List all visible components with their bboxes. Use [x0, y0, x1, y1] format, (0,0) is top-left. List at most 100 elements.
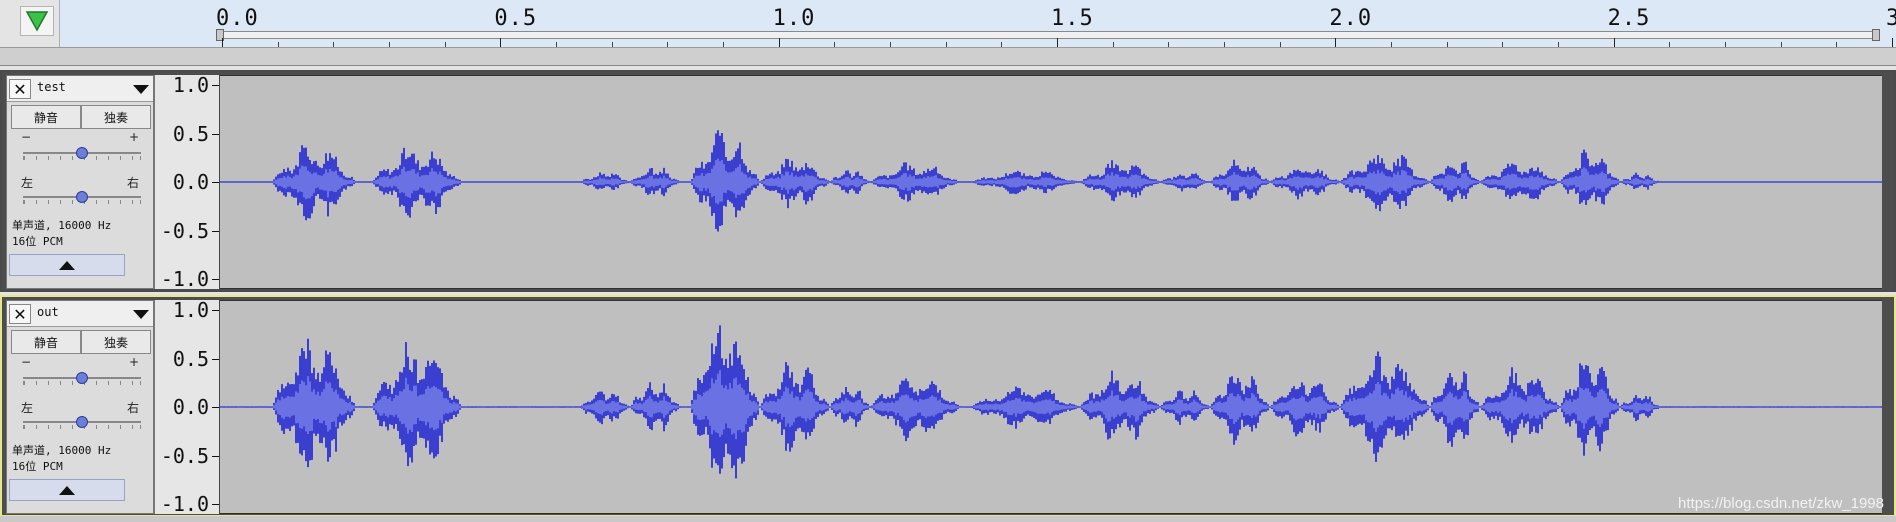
- waveform-rms: [220, 370, 1881, 440]
- amplitude-tick-label: 0.0: [172, 395, 209, 419]
- audio-track-out[interactable]: ✕ out 静音 独奏 − + 左 右 单声道, 16000 Hz 16位 PC…: [0, 295, 1896, 517]
- timeline-minor-tick: [1391, 42, 1392, 47]
- timeline-minor-tick: [890, 42, 891, 47]
- amplitude-tick-label: 1.0: [172, 73, 209, 97]
- close-icon: ✕: [13, 79, 27, 99]
- pan-slider-block: 左 右: [7, 174, 153, 218]
- pan-left-label: 左: [21, 176, 34, 190]
- mute-solo-row: 静音 独奏: [7, 102, 153, 130]
- timeline-minor-tick: [1224, 42, 1225, 47]
- pan-left-label: 左: [21, 401, 34, 415]
- timeline-major-tick: [1892, 38, 1893, 47]
- timeline-minor-tick: [723, 42, 724, 47]
- waveform-plot[interactable]: [220, 76, 1882, 288]
- timeline-tick-label: 1.0: [772, 6, 816, 31]
- amplitude-tick-label: -1.0: [160, 267, 209, 291]
- gain-slider-knob[interactable]: [76, 372, 88, 384]
- gain-plus-label: +: [129, 130, 140, 144]
- collapse-track-button[interactable]: [9, 254, 125, 276]
- gain-minus-label: −: [21, 355, 32, 369]
- amplitude-tick: [212, 279, 219, 280]
- solo-button[interactable]: 独奏: [81, 105, 151, 129]
- play-head-button[interactable]: [20, 6, 54, 36]
- track-sample-info: 单声道, 16000 Hz: [12, 444, 112, 457]
- timeline-tick-label: 2.0: [1329, 6, 1373, 31]
- mute-button[interactable]: 静音: [11, 330, 81, 354]
- pan-slider-knob[interactable]: [76, 416, 88, 428]
- track-sample-info: 单声道, 16000 Hz: [12, 219, 112, 232]
- timeline-major-tick: [1335, 38, 1337, 47]
- gain-slider-knob[interactable]: [76, 147, 88, 159]
- timeline-scale[interactable]: 0.0 0.5 1.0 1.5 2.0 2.5 3.: [60, 0, 1896, 47]
- timeline-minor-tick: [333, 42, 335, 47]
- timeline-minor-tick: [1558, 42, 1559, 47]
- timeline-major-tick: [1613, 38, 1615, 47]
- bottom-border: [0, 516, 1896, 522]
- timeline-minor-tick: [1446, 42, 1448, 47]
- timeline-minor-tick: [444, 42, 446, 47]
- amplitude-tick: [212, 358, 219, 360]
- pan-slider-knob[interactable]: [76, 191, 88, 203]
- ruler-left-corner: [0, 0, 60, 47]
- timeline-minor-tick: [1279, 42, 1281, 47]
- track-name-menu[interactable]: test: [37, 80, 123, 98]
- solo-button[interactable]: 独奏: [81, 330, 151, 354]
- timeline-minor-tick: [667, 42, 669, 47]
- waveform-display[interactable]: [220, 300, 1882, 514]
- track-header: ✕ test: [7, 76, 153, 102]
- close-track-button[interactable]: ✕: [9, 304, 31, 324]
- timeline-minor-tick: [1669, 42, 1671, 47]
- gain-slider-block: − +: [7, 130, 153, 174]
- timeline-range-bar[interactable]: [222, 31, 1880, 39]
- amplitude-tick: [212, 504, 219, 505]
- pan-right-label: 右: [127, 401, 140, 415]
- range-end-handle[interactable]: [1872, 29, 1880, 41]
- collapse-row: [7, 477, 153, 503]
- timeline-minor-tick: [556, 42, 557, 47]
- audio-track-test[interactable]: ✕ test 静音 独奏 − + 左 右 单声道, 16000 Hz 16位 P…: [0, 70, 1896, 292]
- collapse-row: [7, 252, 153, 278]
- mute-button[interactable]: 静音: [11, 105, 81, 129]
- gain-slider-block: − +: [7, 355, 153, 399]
- amplitude-scale: 1.0 0.5 0.0 -0.5 -1.0: [154, 298, 220, 516]
- amplitude-scale: 1.0 0.5 0.0 -0.5 -1.0: [154, 73, 220, 291]
- track-control-panel: ✕ out 静音 独奏 − + 左 右 单声道, 16000 Hz 16位 PC…: [6, 300, 154, 514]
- track-header: ✕ out: [7, 301, 153, 327]
- amplitude-tick: [212, 230, 219, 232]
- amplitude-tick: [212, 310, 219, 311]
- timeline-minor-tick: [389, 42, 390, 47]
- watermark-text: https://blog.csdn.net/zkw_1998: [1678, 495, 1884, 512]
- timeline-minor-tick: [1780, 42, 1782, 47]
- pan-slider-block: 左 右: [7, 399, 153, 443]
- close-track-button[interactable]: ✕: [9, 79, 31, 99]
- track-format-info: 单声道, 16000 Hz 16位 PCM: [7, 443, 153, 477]
- close-icon: ✕: [13, 304, 27, 324]
- chevron-down-icon[interactable]: [133, 85, 149, 94]
- track-name-menu[interactable]: out: [37, 305, 123, 323]
- pan-right-label: 右: [127, 176, 140, 190]
- timeline-tick-label: 2.5: [1607, 6, 1651, 31]
- amplitude-tick-label: 0.5: [172, 346, 209, 371]
- timeline-major-tick: [500, 38, 502, 47]
- amplitude-tick-label: -0.5: [160, 218, 209, 243]
- ruler-separator: [0, 48, 1896, 66]
- green-triangle-down-icon: [25, 11, 49, 32]
- timeline-ruler[interactable]: 0.0 0.5 1.0 1.5 2.0 2.5 3.: [0, 0, 1896, 48]
- timeline-major-tick: [778, 38, 780, 47]
- timeline-minor-tick: [1502, 42, 1504, 47]
- waveform-plot[interactable]: [220, 301, 1882, 513]
- timeline-minor-tick: [1725, 42, 1726, 47]
- collapse-track-button[interactable]: [9, 479, 125, 501]
- amplitude-tick: [212, 85, 219, 86]
- waveform-display[interactable]: [220, 75, 1882, 289]
- timeline-major-tick: [1057, 38, 1058, 47]
- gain-minus-label: −: [21, 130, 32, 144]
- timeline-minor-tick: [1112, 42, 1114, 47]
- chevron-down-icon[interactable]: [133, 310, 149, 319]
- mute-solo-row: 静音 独奏: [7, 327, 153, 355]
- timeline-minor-tick: [1001, 42, 1003, 47]
- amplitude-tick-label: -1.0: [160, 492, 209, 516]
- chevron-up-icon: [59, 485, 75, 495]
- timeline-minor-tick: [277, 42, 279, 47]
- timeline-tick-label: 3.: [1886, 6, 1896, 31]
